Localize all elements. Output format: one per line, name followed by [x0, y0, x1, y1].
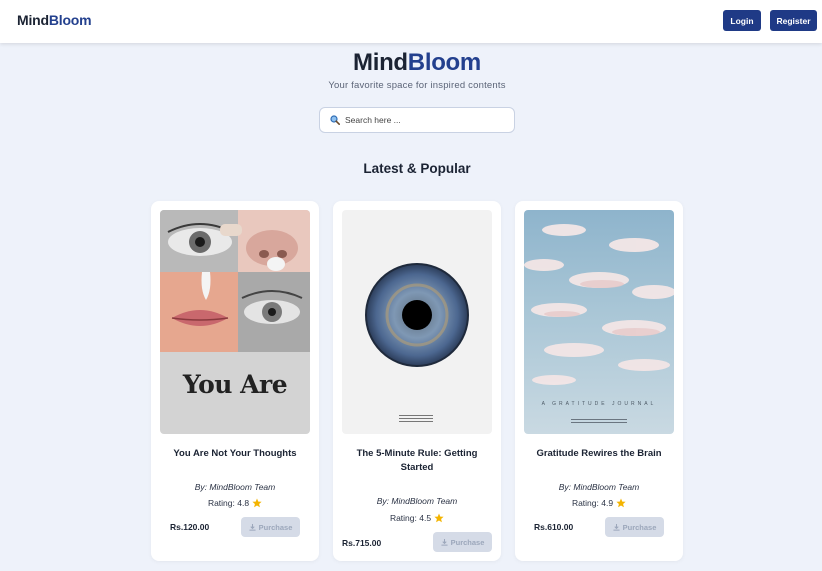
- cover-sky: A GRATITUDE JOURNAL: [524, 210, 674, 434]
- book-rating: Rating: 4.5: [333, 513, 501, 523]
- star-icon: [616, 498, 626, 508]
- star-icon: [252, 498, 262, 508]
- rating-text: Rating: 4.8: [207, 498, 250, 508]
- cover-collage: [160, 210, 310, 352]
- cover-fine-print: [571, 419, 627, 425]
- book-card[interactable]: The 5-Minute Rule: Getting Started By: M…: [333, 201, 501, 561]
- hero-title-part1: Mind: [353, 49, 408, 76]
- book-author: By: MindBloom Team: [376, 496, 458, 506]
- purchase-button[interactable]: Purchase: [241, 517, 300, 537]
- nav-logo[interactable]: MindBloom: [17, 12, 92, 28]
- book-rating: Rating: 4.8: [151, 498, 319, 508]
- cover-text-area: You Are: [160, 352, 310, 434]
- book-price: Rs.715.00: [342, 538, 382, 548]
- cover-title-text: You Are: [182, 370, 288, 399]
- purchase-label: Purchase: [450, 537, 485, 547]
- book-card[interactable]: You Are You Are Not Your Thoughts By: Mi…: [151, 201, 319, 561]
- book-card[interactable]: A GRATITUDE JOURNAL Gratitude Rewires th…: [515, 201, 683, 561]
- hero-title-part2: Bloom: [407, 49, 481, 76]
- cover-fine-print: [399, 415, 433, 424]
- book-price: Rs.610.00: [534, 522, 574, 532]
- book-price: Rs.120.00: [170, 522, 210, 532]
- download-icon: [613, 523, 620, 531]
- register-button[interactable]: Register: [770, 10, 817, 31]
- book-cover-image[interactable]: A GRATITUDE JOURNAL: [524, 210, 674, 434]
- book-author: By: MindBloom Team: [558, 482, 640, 492]
- purchase-button[interactable]: Purchase: [433, 532, 492, 552]
- hero-title: MindBloom: [0, 49, 822, 77]
- book-rating: Rating: 4.9: [515, 498, 683, 508]
- purchase-label: Purchase: [258, 522, 293, 532]
- hero-subtitle: Your favorite space for inspired content…: [328, 80, 506, 91]
- search-box[interactable]: [319, 107, 515, 133]
- purchase-button[interactable]: Purchase: [605, 517, 664, 537]
- star-icon: [434, 513, 444, 523]
- book-author: By: MindBloom Team: [194, 482, 276, 492]
- section-title: Latest & Popular: [363, 161, 471, 176]
- rating-text: Rating: 4.9: [571, 498, 614, 508]
- purchase-label: Purchase: [622, 522, 657, 532]
- book-cover-image[interactable]: You Are: [160, 210, 310, 434]
- download-icon: [249, 523, 256, 531]
- book-cover-image[interactable]: [342, 210, 492, 434]
- cover-journal-text: A GRATITUDE JOURNAL: [541, 401, 657, 407]
- nav-logo-part1: Mind: [17, 12, 49, 28]
- login-button[interactable]: Login: [723, 10, 761, 31]
- rating-text: Rating: 4.5: [389, 513, 432, 523]
- book-title: Gratitude Rewires the Brain: [536, 448, 662, 459]
- nav-logo-part2: Bloom: [48, 12, 92, 28]
- search-icon: [330, 115, 340, 125]
- cover-eye: [342, 210, 492, 434]
- book-title: The 5-Minute Rule: Getting Started: [356, 448, 478, 473]
- search-input[interactable]: [345, 115, 505, 125]
- book-title: You Are Not Your Thoughts: [173, 448, 297, 459]
- navbar: MindBloom Login Register: [0, 0, 822, 43]
- download-icon: [441, 538, 448, 546]
